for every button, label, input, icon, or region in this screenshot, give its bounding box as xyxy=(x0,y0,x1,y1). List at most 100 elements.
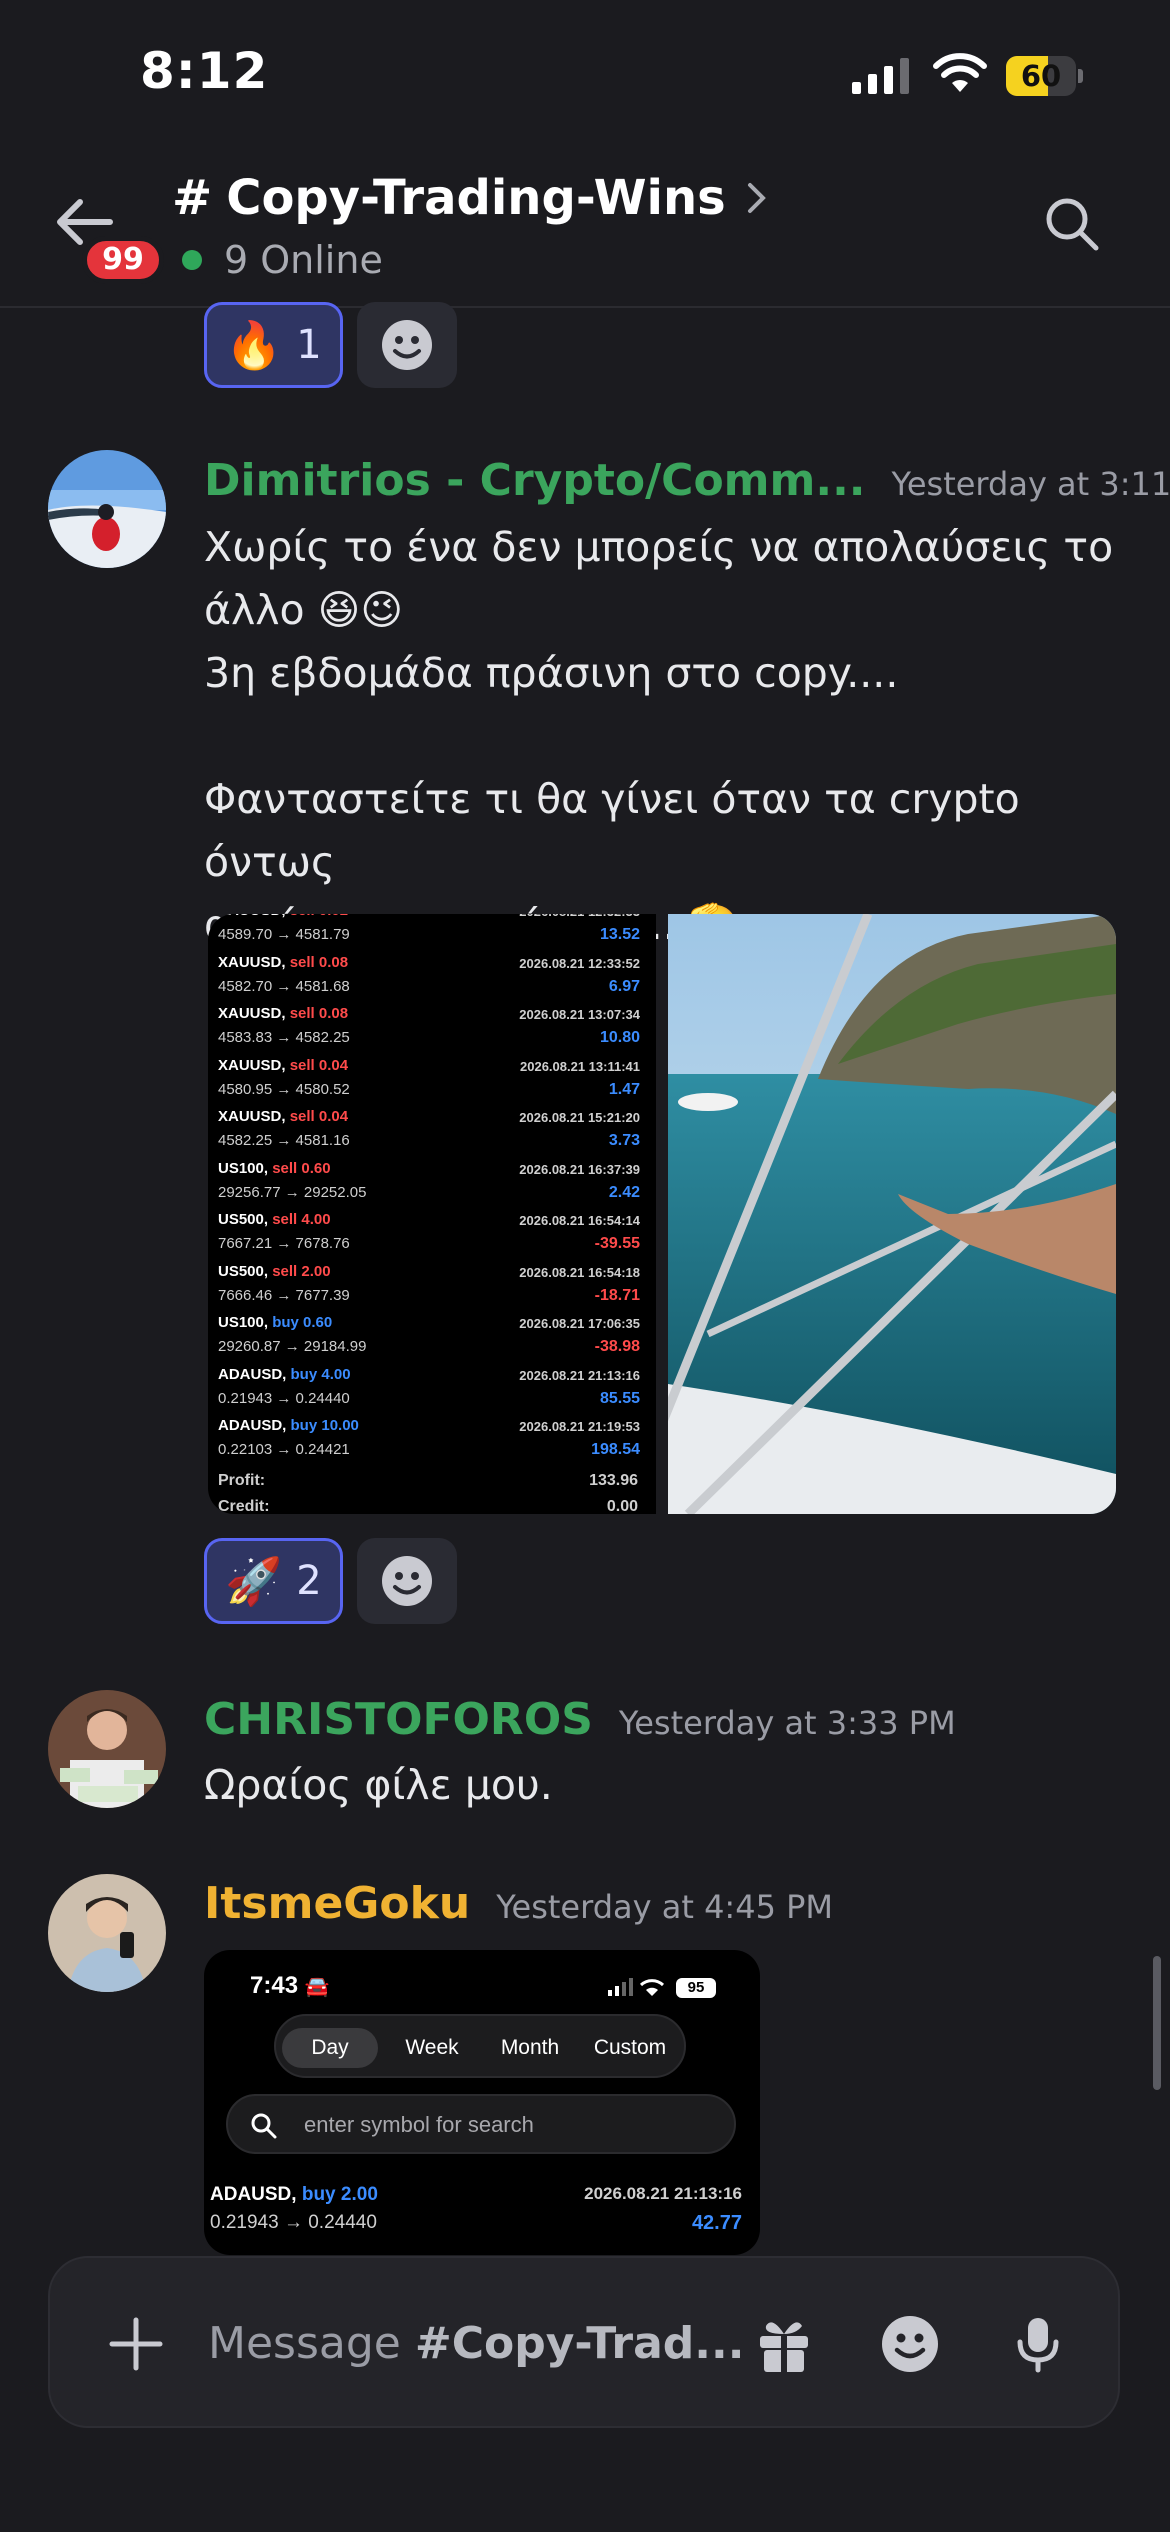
symbol-search-input[interactable]: enter symbol for search xyxy=(226,2094,736,2154)
trade-row: ADAUSD, buy 4.00 2026.08.21 21:13:16 0.219… xyxy=(208,1366,648,1418)
trade-side: sell 0.04 xyxy=(289,1108,349,1125)
trade-date: 2026.08.21 16:37:39 xyxy=(519,1161,640,1177)
message-input[interactable]: Message #Copy-Trad... xyxy=(208,2306,748,2382)
emoji-icon[interactable] xyxy=(876,2310,944,2378)
trade-date: 2026.08.21 21:19:53 xyxy=(519,1419,640,1434)
reaction-count: 1 xyxy=(296,322,322,368)
trade-symbol: ADAUSD, xyxy=(218,1365,291,1383)
trade-profit: 10.80 xyxy=(599,1029,640,1046)
trade-profit: -38.98 xyxy=(594,1338,640,1355)
trade-side: buy 0.60 xyxy=(272,1314,333,1331)
smiley-icon xyxy=(381,320,432,370)
online-dot-icon xyxy=(182,250,202,270)
trade-side: sell 0.60 xyxy=(272,1159,331,1177)
trade-profit: 6.97 xyxy=(608,977,640,995)
trade-symbol: US500, xyxy=(218,1211,273,1228)
trading-app-screenshot[interactable]: 7:43 🚘 95 Day Week Month Custom enter sy… xyxy=(204,1950,760,2255)
avatar[interactable] xyxy=(48,1874,166,1992)
gift-icon[interactable] xyxy=(750,2310,818,2378)
message-text: Χωρίς το ένα δεν μπορείς να απολαύσεις τ… xyxy=(204,523,1114,949)
trade-row: US100, sell 0.60 2026.08.21 16:37:39 29256… xyxy=(208,1160,648,1212)
trade-profit: -18.71 xyxy=(594,1286,640,1304)
message-header: CHRISTOFOROS Yesterday at 3:33 PM xyxy=(204,1694,956,1745)
battery-percent: 60 xyxy=(1020,59,1062,93)
trade-symbol: US100, xyxy=(218,1314,273,1331)
reaction-fire[interactable]: 🔥 1 xyxy=(204,302,343,388)
trade-row: US500, sell 2.00 2026.08.21 16:54:18 7666.… xyxy=(208,1263,648,1315)
tab-month[interactable]: Month xyxy=(482,2028,578,2068)
cellular-signal-icon xyxy=(852,58,909,94)
online-count: 9 Online xyxy=(182,238,383,282)
trade-symbol: US100, xyxy=(218,1159,273,1177)
smiley-icon xyxy=(381,1556,432,1606)
rocket-emoji: 🚀 xyxy=(225,1554,283,1608)
reaction-row: 🚀 2 xyxy=(204,1538,457,1624)
tab-day[interactable]: Day xyxy=(282,2028,378,2068)
trade-row: US100, buy 0.60 2026.08.21 17:06:35 29260.… xyxy=(208,1314,648,1366)
trade-side: buy 4.00 xyxy=(290,1365,351,1383)
trade-date: 2026.08.21 17:06:35 xyxy=(519,1316,640,1331)
timestamp: Yesterday at 4:45 PM xyxy=(496,1888,833,1926)
wifi-icon xyxy=(933,53,987,92)
trade-symbol: XAUUSD, xyxy=(218,1005,290,1022)
trade-row: XAUUSD, sell 0.08 2026.08.21 12:33:52 4582… xyxy=(208,954,648,1006)
screenshot-time: 7:43 🚘 xyxy=(250,1972,330,1999)
trade-date: 2026.08.21 13:07:34 xyxy=(519,1007,640,1022)
plus-icon[interactable] xyxy=(106,2314,166,2374)
add-reaction-button[interactable] xyxy=(356,1538,457,1624)
username[interactable]: Dimitrios - Crypto/Comm... xyxy=(204,455,866,506)
username[interactable]: ItsmeGoku xyxy=(204,1878,470,1929)
trade-row: ADAUSD, buy 10.00 2026.08.21 21:19:53 0.22… xyxy=(208,1417,648,1469)
trade-prices: 4589.70 → 4581.79 xyxy=(218,926,350,943)
reaction-count: 2 xyxy=(296,1558,322,1604)
trade-history-image[interactable]: XAUUSD, sell 0.02 2026.08.21 12:32:33 4589… xyxy=(208,914,656,1514)
trade-prices: 4582.70 → 4581.68 xyxy=(218,977,350,995)
channel-title[interactable]: # Copy-Trading-Wins xyxy=(172,170,768,226)
boat-photo-image[interactable] xyxy=(668,914,1116,1514)
search-icon xyxy=(251,2113,277,2139)
trade-side: sell 0.04 xyxy=(289,1056,349,1074)
microphone-icon[interactable] xyxy=(1004,2310,1072,2378)
trade-profit: 85.55 xyxy=(599,1389,640,1407)
message-header: Dimitrios - Crypto/Comm... Yesterday at … xyxy=(204,455,1170,506)
battery-icon: 60 xyxy=(1006,56,1083,96)
add-reaction-button[interactable] xyxy=(356,302,457,388)
trade-date: 2026.08.21 21:13:16 xyxy=(519,1367,640,1383)
unread-badge: 99 xyxy=(82,236,164,284)
reaction-rocket[interactable]: 🚀 2 xyxy=(204,1538,343,1624)
channel-name: Copy-Trading-Wins xyxy=(226,170,726,226)
trade-row: XAUUSD, sell 0.04 2026.08.21 15:21:20 4582… xyxy=(208,1108,648,1160)
trade-side: sell 0.08 xyxy=(289,953,349,971)
trade-date: 2026.08.21 16:54:18 xyxy=(519,1264,640,1280)
avatar[interactable] xyxy=(48,450,166,568)
username[interactable]: CHRISTOFOROS xyxy=(204,1694,593,1745)
trade-row: XAUUSD, sell 0.02 2026.08.21 12:32:33 4589… xyxy=(208,914,648,954)
search-icon[interactable] xyxy=(1042,194,1102,254)
status-bar: 8:12 60 xyxy=(0,0,1170,150)
trade-symbol: XAUUSD, xyxy=(218,914,290,919)
trade-date: 2026.08.21 13:11:41 xyxy=(520,1058,640,1074)
trade-profit: 2.42 xyxy=(608,1183,640,1201)
trade-prices: 0.22103 → 0.24421 xyxy=(218,1441,350,1458)
timestamp: Yesterday at 3:33 PM xyxy=(618,1704,956,1742)
trade-prices: 4580.95 → 4580.52 xyxy=(218,1080,350,1098)
scrollbar[interactable] xyxy=(1153,1956,1161,2090)
trade-prices: 7667.21 → 7678.76 xyxy=(218,1235,350,1252)
message-text: Ωραίος φίλε μου. xyxy=(204,1761,553,1809)
tab-custom[interactable]: Custom xyxy=(580,2028,680,2068)
avatar[interactable] xyxy=(48,1690,166,1808)
reaction-row: 🔥 1 xyxy=(204,302,457,388)
trade-symbol: XAUUSD, xyxy=(218,1056,290,1074)
trade-row: XAUUSD, sell 0.08 2026.08.21 13:07:34 4583… xyxy=(208,1005,648,1057)
trade-row: US500, sell 4.00 2026.08.21 16:54:14 7667.… xyxy=(208,1211,648,1263)
trade-date: 2026.08.21 12:32:33 xyxy=(519,914,640,919)
trade-profit: 3.73 xyxy=(608,1132,640,1149)
trade-side: sell 0.02 xyxy=(290,914,348,919)
channel-header: 99 # Copy-Trading-Wins 9 Online xyxy=(0,150,1170,308)
message-header: ItsmeGoku Yesterday at 4:45 PM xyxy=(204,1878,833,1929)
locked-channel-hash-icon: # xyxy=(172,170,213,226)
trade-prices: 29260.87 → 29184.99 xyxy=(218,1338,367,1355)
tab-week[interactable]: Week xyxy=(384,2028,480,2068)
status-time: 8:12 xyxy=(140,42,269,100)
trade-prices: 4582.25 → 4581.16 xyxy=(218,1132,350,1149)
